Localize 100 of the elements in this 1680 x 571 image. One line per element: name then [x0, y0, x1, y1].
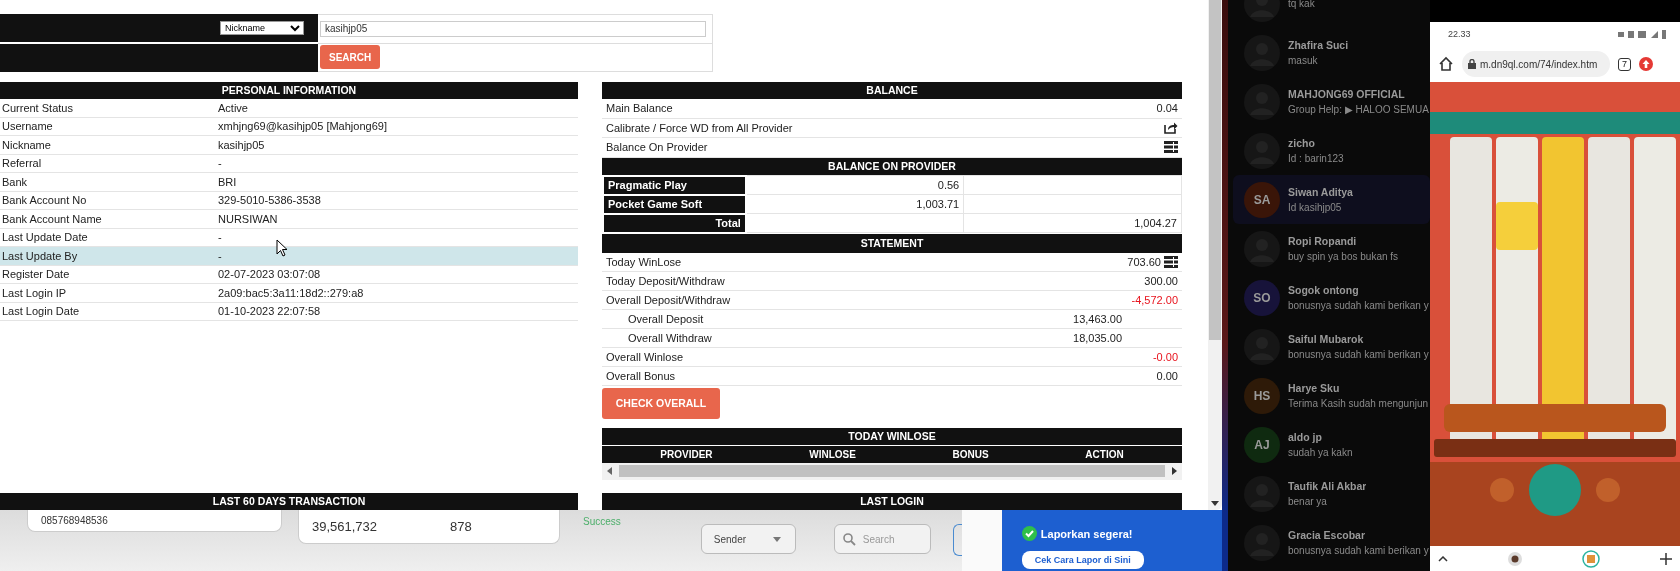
field-value: - [218, 231, 222, 244]
caret-icon [772, 536, 781, 542]
list-icon[interactable] [1164, 141, 1178, 154]
field-value: NURSIWAN [218, 212, 278, 225]
chat-item[interactable]: AJ aldo jp sudah ya kakn [1233, 420, 1430, 469]
field-label: Referral [1, 157, 43, 170]
chat-item[interactable]: Gracia Escobar bonusnya sudah kami berikan y [1233, 518, 1430, 567]
column-header: ACTION [1085, 448, 1124, 460]
provider-name: Pragmatic Play [603, 175, 746, 195]
field-value: 13,463.00 [1073, 312, 1122, 325]
list-icon[interactable] [1164, 255, 1178, 268]
avatar-icon [1244, 230, 1280, 267]
chat-item[interactable]: Saiful Mubarok bonusnya sudah kami berikan y [1233, 322, 1430, 371]
chat-item[interactable]: SA Siwan Aditya Id kasihjp05 [1233, 175, 1430, 224]
avatar-icon [1244, 34, 1280, 71]
scroll-left-icon[interactable] [607, 467, 613, 475]
field-label: Last Update By [1, 249, 79, 262]
home-icon[interactable] [1438, 56, 1454, 72]
section-header: BALANCE [602, 82, 1182, 99]
chat-item[interactable]: Ropi Ropandi buy spin ya bos bukan fs [1233, 224, 1430, 273]
field-label: Bank [1, 175, 29, 188]
field-label: Bank Account Name [1, 212, 103, 225]
field-label: Overall Bonus [606, 369, 676, 382]
chat-item[interactable]: HS Harye Sku Terima Kasih sudah mengunjun [1233, 371, 1430, 420]
tab-count[interactable]: 7 [1618, 57, 1631, 71]
field-label: Overall Deposit [627, 312, 704, 325]
avatar-icon [1244, 132, 1280, 169]
field-label: Last Login IP [1, 286, 68, 299]
avatar-icon [1244, 475, 1280, 512]
field-label: Current Status [1, 101, 74, 114]
total-label: Total [603, 213, 746, 233]
field-label: Today Deposit/Withdraw [606, 274, 725, 287]
avatar-icon [1244, 328, 1280, 365]
field-label: Bank Account No [1, 194, 88, 207]
provider-balance: 1,003.71 [745, 194, 964, 214]
section-header: PERSONAL INFORMATION [0, 82, 578, 99]
phone-field[interactable]: 085768948536 [27, 510, 282, 532]
chevron-up-icon[interactable] [1438, 555, 1448, 562]
search-by-select[interactable]: Nickname [220, 21, 304, 35]
column-header: PROVIDER [660, 448, 713, 460]
field-value: BRI [218, 175, 237, 188]
section-header: STATEMENT [602, 233, 1182, 253]
field-value: - [218, 249, 222, 262]
avatar: SO [1244, 279, 1280, 316]
chat-name: Ropi Ropandi [1288, 235, 1358, 247]
upload-icon[interactable] [1639, 57, 1653, 71]
chat-message: buy spin ya bos bukan fs [1288, 251, 1399, 262]
field-label: Nickname [1, 138, 52, 151]
column-header: WINLOSE [809, 448, 856, 460]
chat-item[interactable]: SO Sogok ontong bonusnya sudah kami berikan y [1233, 273, 1430, 322]
field-label: Last Update Date [1, 231, 89, 244]
amount-value: 39,561,732 [312, 519, 378, 534]
count-value: 878 [450, 519, 472, 534]
chat-message: benar ya [1288, 496, 1328, 507]
chat-message: tq kak [1288, 0, 1315, 9]
chat-name: Gracia Escobar [1288, 529, 1367, 541]
chat-name: Saiful Mubarok [1288, 333, 1365, 345]
check-icon [1021, 526, 1037, 541]
chat-item[interactable]: Taufik Ali Akbar benar ya [1233, 469, 1430, 518]
field-label: Balance On Provider [606, 141, 708, 154]
sender-select[interactable]: Sender [700, 524, 796, 554]
field-label: Username [1, 120, 54, 133]
share-icon[interactable] [1164, 121, 1178, 135]
chat-name: Taufik Ali Akbar [1288, 480, 1367, 492]
column-header: BONUS [952, 448, 989, 460]
chat-message: bonusnya sudah kami berikan y [1288, 545, 1429, 556]
button-edge[interactable] [952, 524, 962, 556]
chat-name: zicho [1288, 137, 1316, 149]
field-label: Register Date [1, 268, 71, 281]
status-time: 22.33 [1448, 29, 1471, 39]
field-value: -0.00 [1152, 350, 1178, 363]
field-label: Last Login Date [1, 305, 81, 318]
circle-icon[interactable] [1508, 551, 1522, 566]
report-button[interactable]: Cek Cara Lapor di Sini [1021, 551, 1144, 569]
chat-name: Harye Sku [1288, 382, 1341, 394]
field-value: 0.00 [1156, 369, 1178, 382]
field-label: Today WinLose [606, 255, 682, 268]
chat-item[interactable]: zicho Id : barin123 [1233, 126, 1430, 175]
chat-message: sudah ya kakn [1288, 447, 1353, 458]
scroll-right-icon[interactable] [1171, 467, 1177, 475]
chat-item[interactable]: MAHJONG69 OFFICIAL Group Help: ▶ HALOO SEMUA [1233, 77, 1430, 126]
field-value: 18,035.00 [1073, 331, 1122, 344]
field-label: Main Balance [606, 102, 673, 115]
address-bar[interactable]: m.dn9ql.com/74/index.htm [1462, 51, 1610, 77]
field-label: Overall Deposit/Withdraw [606, 293, 731, 306]
total-value: 1,004.27 [963, 213, 1182, 233]
chat-message: bonusnya sudah kami berikan y [1288, 300, 1429, 311]
scroll-down-icon[interactable] [1211, 501, 1219, 506]
chat-item[interactable]: Zhafira Suci masuk [1233, 28, 1430, 77]
search-field[interactable]: Search [833, 524, 931, 554]
chat-item[interactable]: tq kak [1233, 0, 1430, 28]
tab-thumbnail-icon[interactable] [1582, 549, 1600, 568]
vertical-scrollbar[interactable] [1208, 0, 1222, 510]
avatar-icon [1244, 83, 1280, 120]
section-header: TODAY WINLOSE [602, 427, 1182, 445]
plus-icon[interactable] [1660, 552, 1672, 565]
search-input[interactable]: kasihjp05 [320, 20, 706, 37]
field-value: xmhjng69@kasihjp05 [Mahjong69] [218, 120, 387, 133]
field-value: 300.00 [1144, 274, 1178, 287]
field-label: Calibrate / Force WD from All Provider [606, 121, 793, 134]
